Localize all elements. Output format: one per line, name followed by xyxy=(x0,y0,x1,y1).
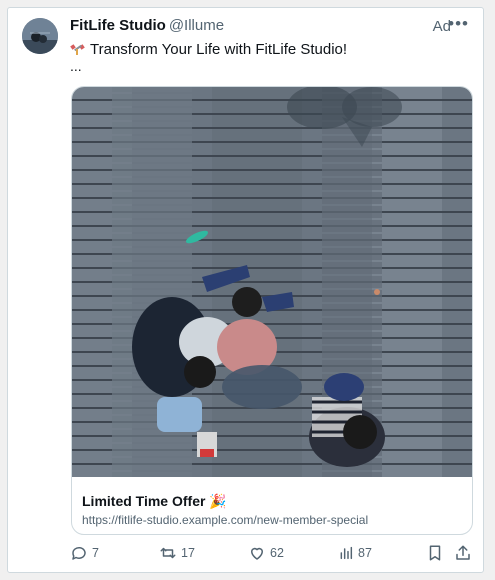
ad-post-card[interactable]: FitLife Studio @Illume Ad ••• Transform Y… xyxy=(7,7,484,573)
account-handle[interactable]: @Illume xyxy=(169,17,224,34)
share-icon xyxy=(456,545,470,560)
bookmark-button[interactable] xyxy=(426,543,444,563)
reply-button[interactable]: 7 xyxy=(70,543,99,563)
views-chart-icon xyxy=(340,546,353,560)
repost-count: 17 xyxy=(181,546,195,560)
dumbbell-emoji-icon xyxy=(70,44,85,55)
post-actions: 7 17 62 87 xyxy=(8,543,483,567)
post-text-line: Transform Your Life with FitLife Studio! xyxy=(70,40,469,59)
link-preview-card[interactable]: Limited Time Offer 🎉 https://fitlife-stu… xyxy=(71,86,473,535)
avatar-image xyxy=(22,18,58,54)
post-header: FitLife Studio @Illume xyxy=(70,17,469,39)
card-title[interactable]: Limited Time Offer 🎉 xyxy=(82,493,227,510)
views-count: 87 xyxy=(358,546,372,560)
like-button[interactable]: 62 xyxy=(248,543,284,563)
account-avatar[interactable] xyxy=(22,18,58,54)
reply-count: 7 xyxy=(92,546,99,560)
heart-icon xyxy=(251,547,263,560)
bookmark-icon xyxy=(429,545,441,561)
card-url[interactable]: https://fitlife-studio.example.com/new-m… xyxy=(82,513,368,527)
repost-icon xyxy=(160,547,176,559)
more-options-icon[interactable]: ••• xyxy=(448,14,469,34)
boardwalk-photo[interactable] xyxy=(72,87,472,477)
repost-button[interactable]: 17 xyxy=(159,543,195,563)
reply-icon xyxy=(72,546,86,560)
post-text: Transform Your Life with FitLife Studio! xyxy=(90,41,348,58)
post-ellipsis: ... xyxy=(70,58,82,74)
account-name[interactable]: FitLife Studio xyxy=(70,17,166,34)
views-button[interactable]: 87 xyxy=(338,543,372,563)
share-button[interactable] xyxy=(454,543,472,563)
like-count: 62 xyxy=(270,546,284,560)
